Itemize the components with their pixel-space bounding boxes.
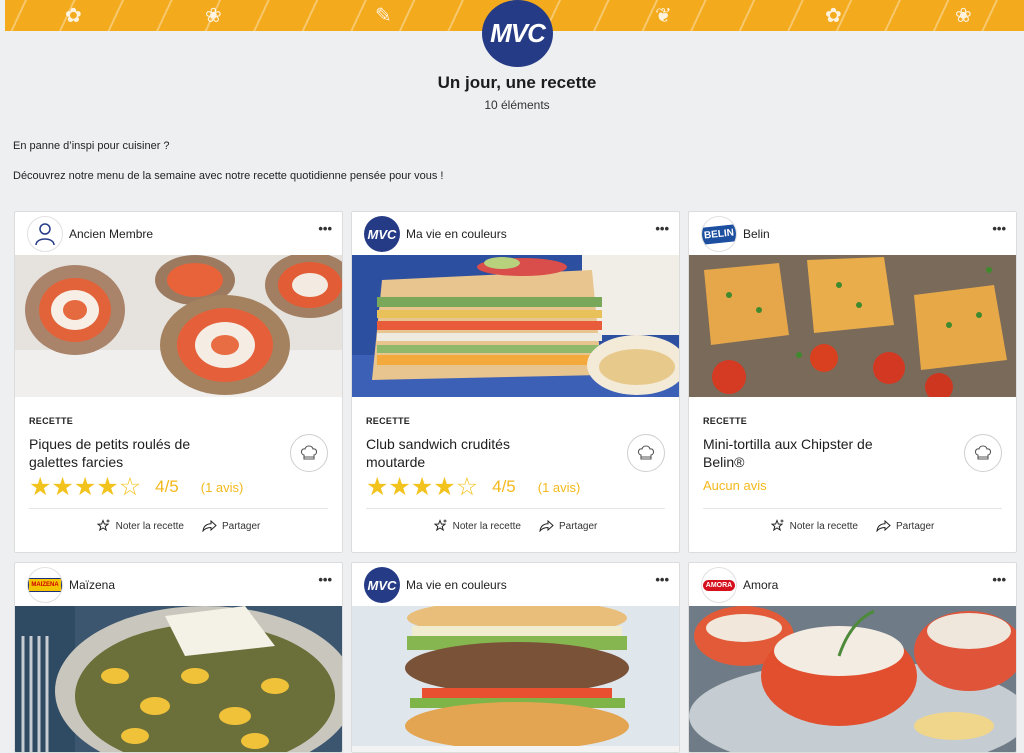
share-icon xyxy=(539,520,554,532)
share-icon xyxy=(876,520,891,532)
star-plus-icon xyxy=(433,519,447,532)
card-actions: Noter la recette Partager xyxy=(703,509,1002,543)
card-header: Ancien Membre ••• xyxy=(15,212,342,255)
rate-button[interactable]: Noter la recette xyxy=(96,519,184,533)
share-button[interactable]: Partager xyxy=(202,520,260,532)
star-plus-icon xyxy=(96,519,110,532)
more-options-icon[interactable]: ••• xyxy=(318,221,332,236)
logo-text: MVC xyxy=(490,18,546,48)
no-reviews-label: Aucun avis xyxy=(703,478,767,493)
chef-hat-icon[interactable] xyxy=(627,434,665,472)
review-count[interactable]: (1 avis) xyxy=(201,480,244,495)
share-icon xyxy=(202,520,217,532)
chef-hat-icon[interactable] xyxy=(964,434,1002,472)
food-doodle-icon: ✿ xyxy=(65,5,82,27)
food-doodle-icon: ✎ xyxy=(375,5,392,27)
recipe-title[interactable]: Piques de petits roulés de galettes farc… xyxy=(29,435,229,471)
avatar[interactable] xyxy=(27,216,63,252)
card-actions: Noter la recette Partager xyxy=(366,509,665,543)
card-header: BELIN Belin ••• xyxy=(689,212,1016,255)
recipe-photo[interactable] xyxy=(352,255,679,397)
chef-hat-icon[interactable] xyxy=(290,434,328,472)
review-count[interactable]: (1 avis) xyxy=(538,480,581,495)
rate-button[interactable]: Noter la recette xyxy=(770,519,858,533)
author-name[interactable]: Ancien Membre xyxy=(69,227,153,241)
author-name[interactable]: Ma vie en couleurs xyxy=(406,578,507,592)
card-header: AMORA Amora ••• xyxy=(689,563,1016,606)
avatar[interactable]: MAIZENA xyxy=(27,567,63,603)
recipe-card[interactable]: BELIN Belin ••• RECETTE Mini-tortilla au… xyxy=(688,211,1017,553)
star-plus-icon xyxy=(770,519,784,532)
star-rating: ★★★★☆ xyxy=(29,472,142,501)
rating-score: 4/5 xyxy=(492,477,516,496)
recipe-photo[interactable] xyxy=(689,606,1016,752)
share-button[interactable]: Partager xyxy=(876,520,934,532)
rating-row: ★★★★☆ 4/5 (1 avis) xyxy=(366,473,665,501)
author-name[interactable]: Belin xyxy=(743,227,770,241)
recipe-photo[interactable] xyxy=(689,255,1016,397)
more-options-icon[interactable]: ••• xyxy=(992,572,1006,587)
share-button[interactable]: Partager xyxy=(539,520,597,532)
mvc-logo-icon: MVC xyxy=(367,577,397,593)
food-doodle-icon: ❀ xyxy=(955,5,972,27)
more-options-icon[interactable]: ••• xyxy=(655,572,669,587)
food-doodle-icon: ❦ xyxy=(655,5,672,27)
recipe-card[interactable]: MAIZENA Maïzena ••• xyxy=(14,562,343,753)
mvc-logo-icon: MVC xyxy=(367,226,397,242)
recipe-title[interactable]: Mini-tortilla aux Chipster de Belin® xyxy=(703,435,903,471)
maizena-logo-icon: MAIZENA xyxy=(28,578,62,592)
recipe-card[interactable]: Ancien Membre ••• RECETTE Piques de peti… xyxy=(14,211,343,553)
intro-text: En panne d’inspi pour cuisiner ? xyxy=(13,140,170,152)
rating-score: 4/5 xyxy=(155,477,179,496)
more-options-icon[interactable]: ••• xyxy=(992,221,1006,236)
card-header: MVC Ma vie en couleurs ••• xyxy=(352,563,679,606)
food-doodle-icon: ❀ xyxy=(205,5,222,27)
item-count: 10 éléments xyxy=(484,98,550,112)
belin-logo-icon: BELIN xyxy=(702,223,736,245)
author-name[interactable]: Ma vie en couleurs xyxy=(406,227,507,241)
amora-logo-icon: AMORA xyxy=(702,579,736,591)
recipe-card[interactable]: AMORA Amora ••• xyxy=(688,562,1017,753)
content-type-label: RECETTE xyxy=(703,416,748,426)
recipe-card[interactable]: MVC Ma vie en couleurs ••• RECETTE Club … xyxy=(351,211,680,553)
card-actions: Noter la recette Partager xyxy=(29,509,328,543)
avatar[interactable]: MVC xyxy=(364,216,400,252)
content-type-label: RECETTE xyxy=(29,416,74,426)
intro-text: Découvrez notre menu de la semaine avec … xyxy=(13,170,444,182)
recipe-photo[interactable] xyxy=(15,255,342,397)
rate-button[interactable]: Noter la recette xyxy=(433,519,521,533)
page-title: Un jour, une recette xyxy=(437,73,597,92)
avatar[interactable]: BELIN xyxy=(701,216,737,252)
author-name[interactable]: Maïzena xyxy=(69,578,115,592)
recipe-title[interactable]: Club sandwich crudités moutarde xyxy=(366,435,566,471)
card-header: MAIZENA Maïzena ••• xyxy=(15,563,342,606)
user-icon xyxy=(35,223,55,246)
avatar[interactable]: AMORA xyxy=(701,567,737,603)
recipe-photo[interactable] xyxy=(352,606,679,752)
content-type-label: RECETTE xyxy=(366,416,411,426)
card-header: MVC Ma vie en couleurs ••• xyxy=(352,212,679,255)
recipe-photo[interactable] xyxy=(15,606,342,752)
more-options-icon[interactable]: ••• xyxy=(655,221,669,236)
food-doodle-icon: ✿ xyxy=(825,5,842,27)
author-name[interactable]: Amora xyxy=(743,578,778,592)
recipe-card[interactable]: MVC Ma vie en couleurs ••• xyxy=(351,562,680,753)
rating-row: ★★★★☆ 4/5 (1 avis) xyxy=(29,473,328,501)
mvc-logo[interactable]: MVC xyxy=(482,0,553,67)
avatar[interactable]: MVC xyxy=(364,567,400,603)
star-rating: ★★★★☆ xyxy=(366,472,479,501)
more-options-icon[interactable]: ••• xyxy=(318,572,332,587)
